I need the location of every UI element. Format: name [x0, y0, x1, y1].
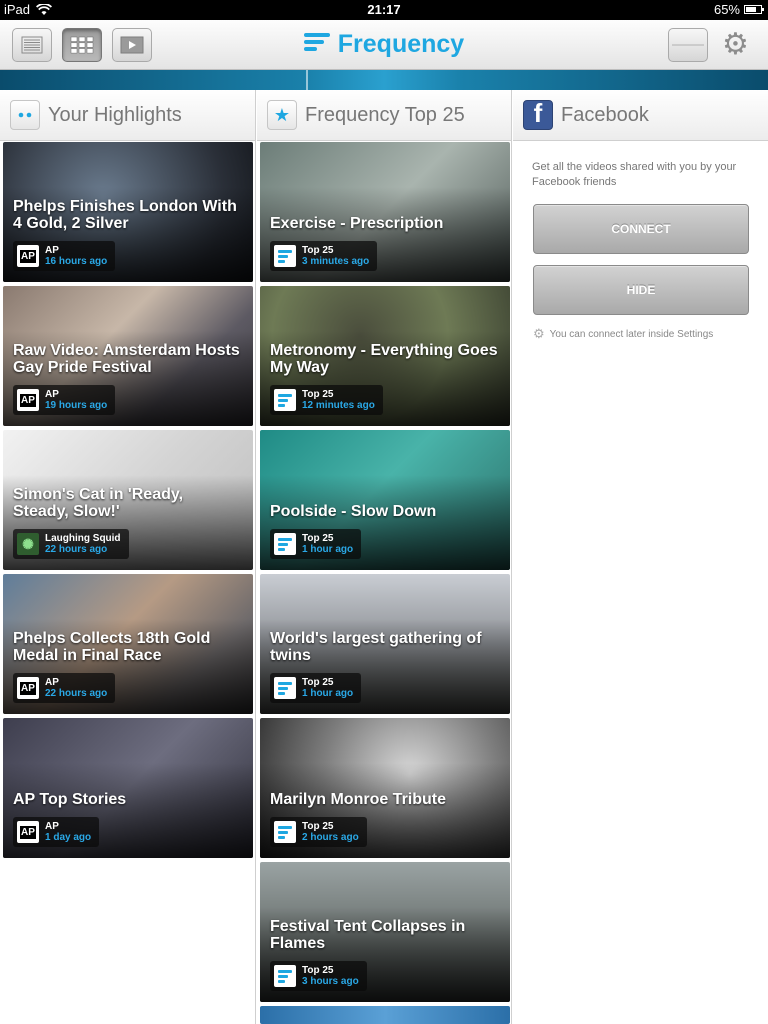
video-card[interactable]: Simon's Cat in 'Ready, Steady, Slow!' ✺ …: [3, 430, 253, 570]
card-source: Top 25 1 hour ago: [270, 529, 362, 559]
settings-gear-icon: ⚙: [533, 326, 545, 341]
highlights-title: Your Highlights: [48, 104, 182, 126]
card-source: ✺ Laughing Squid 22 hours ago: [13, 529, 129, 559]
clock: 21:17: [367, 2, 401, 17]
app-title: Frequency: [337, 30, 465, 58]
ap-logo-icon: AP: [17, 245, 39, 267]
frequency-logo-icon: [274, 245, 296, 267]
card-source: AP AP 19 hours ago: [13, 385, 116, 415]
card-title: Metronomy - Everything Goes My Way: [270, 342, 498, 376]
status-bar: iPad 21:17 65%: [0, 0, 768, 20]
video-card[interactable]: Festival Tent Collapses in Flames Top 25…: [260, 862, 510, 1002]
ap-logo-icon: AP: [17, 389, 39, 411]
frequency-logo-icon: [303, 30, 330, 54]
ap-logo-icon: AP: [17, 677, 39, 699]
video-card[interactable]: Phelps Collects 18th Gold Medal in Final…: [3, 574, 253, 714]
video-card[interactable]: Poolside - Slow Down Top 25 1 hour ago: [260, 430, 510, 570]
card-source: AP AP 22 hours ago: [13, 673, 116, 703]
video-card[interactable]: AP Top Stories AP AP 1 day ago: [3, 718, 253, 858]
top25-column: ★ Frequency Top 25 Exercise - Prescripti…: [257, 90, 512, 1024]
video-card[interactable]: Phelps Finishes London With 4 Gold, 2 Si…: [3, 142, 253, 282]
facebook-note: ⚙ You can connect later inside Settings: [533, 326, 713, 342]
top25-header: ★ Frequency Top 25: [257, 90, 511, 141]
settings-gear-icon[interactable]: ⚙: [722, 30, 749, 60]
frequency-logo-icon: [274, 389, 296, 411]
card-source: Top 25 1 hour ago: [270, 673, 362, 703]
card-source: Top 25 3 minutes ago: [270, 241, 378, 271]
app-logo: Frequency: [0, 30, 768, 59]
card-source: Top 25 3 hours ago: [270, 961, 367, 991]
facebook-note-text: You can connect later inside Settings: [549, 328, 714, 340]
hide-button[interactable]: HIDE: [533, 265, 749, 315]
card-title: Marilyn Monroe Tribute: [270, 791, 447, 808]
card-source: Top 25 2 hours ago: [270, 817, 367, 847]
header-divider-stripe: [0, 70, 768, 90]
card-title: World's largest gathering of twins: [270, 630, 482, 664]
card-title: Exercise - Prescription: [270, 215, 444, 232]
facebook-title: Facebook: [561, 104, 649, 126]
highlights-header: Your Highlights: [0, 90, 255, 141]
card-source: Top 25 12 minutes ago: [270, 385, 383, 415]
battery-icon: [744, 5, 764, 14]
video-card[interactable]: Marilyn Monroe Tribute Top 25 2 hours ago: [260, 718, 510, 858]
card-title: AP Top Stories: [13, 791, 127, 808]
card-title: Festival Tent Collapses in Flames: [270, 918, 466, 952]
video-card-partial[interactable]: [260, 1006, 510, 1024]
facebook-description: Get all the videos shared with you by yo…: [532, 161, 737, 188]
facebook-header: f Facebook: [513, 90, 768, 141]
video-card[interactable]: Raw Video: Amsterdam Hosts Gay Pride Fes…: [3, 286, 253, 426]
ap-logo-icon: AP: [17, 821, 39, 843]
card-title: Simon's Cat in 'Ready, Steady, Slow!': [13, 486, 184, 520]
frequency-logo-icon: [274, 965, 296, 987]
star-icon: ★: [267, 100, 297, 130]
connect-button[interactable]: CONNECT: [533, 204, 749, 254]
fullscreen-button[interactable]: [668, 28, 708, 62]
frequency-logo-icon: [274, 677, 296, 699]
toolbar: Frequency ⚙: [0, 20, 768, 70]
card-source: AP AP 16 hours ago: [13, 241, 116, 271]
screen-icon: [672, 44, 704, 46]
video-card[interactable]: Metronomy - Everything Goes My Way Top 2…: [260, 286, 510, 426]
top25-title: Frequency Top 25: [305, 104, 465, 126]
highlights-column: Your Highlights Phelps Finishes London W…: [0, 90, 256, 1024]
card-title: Phelps Collects 18th Gold Medal in Final…: [13, 630, 211, 664]
video-card[interactable]: World's largest gathering of twins Top 2…: [260, 574, 510, 714]
battery-percent: 65%: [713, 2, 740, 17]
card-title: Raw Video: Amsterdam Hosts Gay Pride Fes…: [13, 342, 240, 376]
card-title: Poolside - Slow Down: [270, 503, 437, 520]
card-source: AP AP 1 day ago: [13, 817, 100, 847]
frequency-logo-icon: [274, 821, 296, 843]
facebook-logo-icon: f: [523, 98, 553, 130]
laughing-squid-logo-icon: ✺: [17, 533, 39, 555]
facebook-column: f Facebook Get all the videos shared wit…: [513, 90, 768, 1024]
video-card[interactable]: Exercise - Prescription Top 25 3 minutes …: [260, 142, 510, 282]
frequency-logo-icon: [274, 533, 296, 555]
highlights-eyes-icon: [10, 100, 40, 130]
card-title: Phelps Finishes London With 4 Gold, 2 Si…: [13, 198, 237, 232]
